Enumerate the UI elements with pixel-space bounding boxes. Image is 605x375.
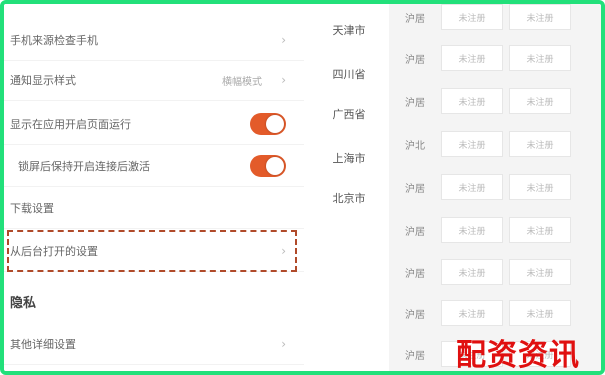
setting-value: 横幅模式 xyxy=(222,76,262,88)
row-name: 沪居 xyxy=(405,97,425,109)
province-item[interactable]: 四川省 xyxy=(309,66,389,82)
table-row: 沪居 未注册 未注册 xyxy=(389,213,601,247)
table-cell[interactable]: 未注册 xyxy=(509,259,571,285)
toggle-knob xyxy=(266,115,284,133)
section-heading: 隐私 xyxy=(10,296,37,311)
settings-panel: 手机来源检查手机 › 通知显示样式 横幅模式 › 显示在应用开启页面运行 锁屏后… xyxy=(4,4,309,371)
table-row: 沪居 未注册 未注册 xyxy=(389,255,601,289)
table-cell[interactable]: 未注册 xyxy=(441,45,503,71)
highlight-box xyxy=(7,230,297,272)
toggle-knob xyxy=(266,157,284,175)
setting-row-source[interactable]: 手机来源检查手机 › xyxy=(4,20,304,61)
table-cell[interactable]: 未注册 xyxy=(441,174,503,200)
province-list: 天津市 四川省 广西省 上海市 北京市 xyxy=(309,4,389,371)
setting-row-details[interactable]: 其他详细设置 › xyxy=(4,324,304,365)
setting-label: 其他详细设置 xyxy=(10,338,76,351)
table-cell[interactable]: 未注册 xyxy=(441,300,503,326)
status-table: 沪居 未注册 未注册 沪居 未注册 未注册 沪居 未注册 未注册 沪北 未注册 … xyxy=(389,4,601,371)
setting-row-download[interactable]: 下载设置 xyxy=(4,188,304,229)
watermark-text: 配资资讯 xyxy=(456,338,580,373)
row-name: 沪居 xyxy=(405,350,425,362)
chevron-right-icon: › xyxy=(281,33,286,47)
table-cell[interactable]: 未注册 xyxy=(509,131,571,157)
table-cell[interactable]: 未注册 xyxy=(509,88,571,114)
toggle-switch[interactable] xyxy=(250,113,286,135)
province-item[interactable]: 北京市 xyxy=(309,190,389,206)
table-cell[interactable]: 未注册 xyxy=(509,174,571,200)
province-item[interactable]: 天津市 xyxy=(309,22,389,38)
row-name: 沪居 xyxy=(405,54,425,66)
table-row: 沪北 未注册 未注册 xyxy=(389,127,601,161)
setting-label: 手机来源检查手机 xyxy=(10,34,98,47)
table-row: 沪居 未注册 未注册 xyxy=(389,296,601,330)
table-cell[interactable]: 未注册 xyxy=(509,4,571,30)
row-name: 沪居 xyxy=(405,226,425,238)
table-row: 沪居 未注册 未注册 xyxy=(389,170,601,204)
table-cell[interactable]: 未注册 xyxy=(509,300,571,326)
setting-row-show-on-open: 显示在应用开启页面运行 xyxy=(4,104,304,145)
table-row: 沪居 未注册 未注册 xyxy=(389,41,601,75)
table-row: 沪居 未注册 未注册 xyxy=(389,84,601,118)
row-name: 沪居 xyxy=(405,13,425,25)
table-cell[interactable]: 未注册 xyxy=(441,131,503,157)
table-cell[interactable]: 未注册 xyxy=(441,4,503,30)
screenshot-frame: 手机来源检查手机 › 通知显示样式 横幅模式 › 显示在应用开启页面运行 锁屏后… xyxy=(0,0,605,375)
table-cell[interactable]: 未注册 xyxy=(441,217,503,243)
province-item[interactable]: 上海市 xyxy=(309,150,389,166)
setting-label: 通知显示样式 xyxy=(10,74,76,87)
row-name: 沪居 xyxy=(405,268,425,280)
province-item[interactable]: 广西省 xyxy=(309,106,389,122)
setting-label: 下载设置 xyxy=(10,202,54,215)
table-cell[interactable]: 未注册 xyxy=(441,88,503,114)
chevron-right-icon: › xyxy=(281,337,286,351)
row-name: 沪居 xyxy=(405,309,425,321)
table-cell[interactable]: 未注册 xyxy=(509,45,571,71)
setting-row-notify-style[interactable]: 通知显示样式 横幅模式 › xyxy=(4,60,304,101)
chevron-right-icon: › xyxy=(281,73,286,87)
row-name: 沪北 xyxy=(405,140,425,152)
setting-label: 锁屏后保持开启连接后激活 xyxy=(18,160,150,173)
table-cell[interactable]: 未注册 xyxy=(509,217,571,243)
toggle-switch[interactable] xyxy=(250,155,286,177)
table-cell[interactable]: 未注册 xyxy=(441,259,503,285)
table-row: 沪居 未注册 未注册 xyxy=(389,4,601,34)
setting-label: 显示在应用开启页面运行 xyxy=(10,118,131,131)
row-name: 沪居 xyxy=(405,183,425,195)
setting-row-lockscreen: 锁屏后保持开启连接后激活 xyxy=(4,146,304,187)
